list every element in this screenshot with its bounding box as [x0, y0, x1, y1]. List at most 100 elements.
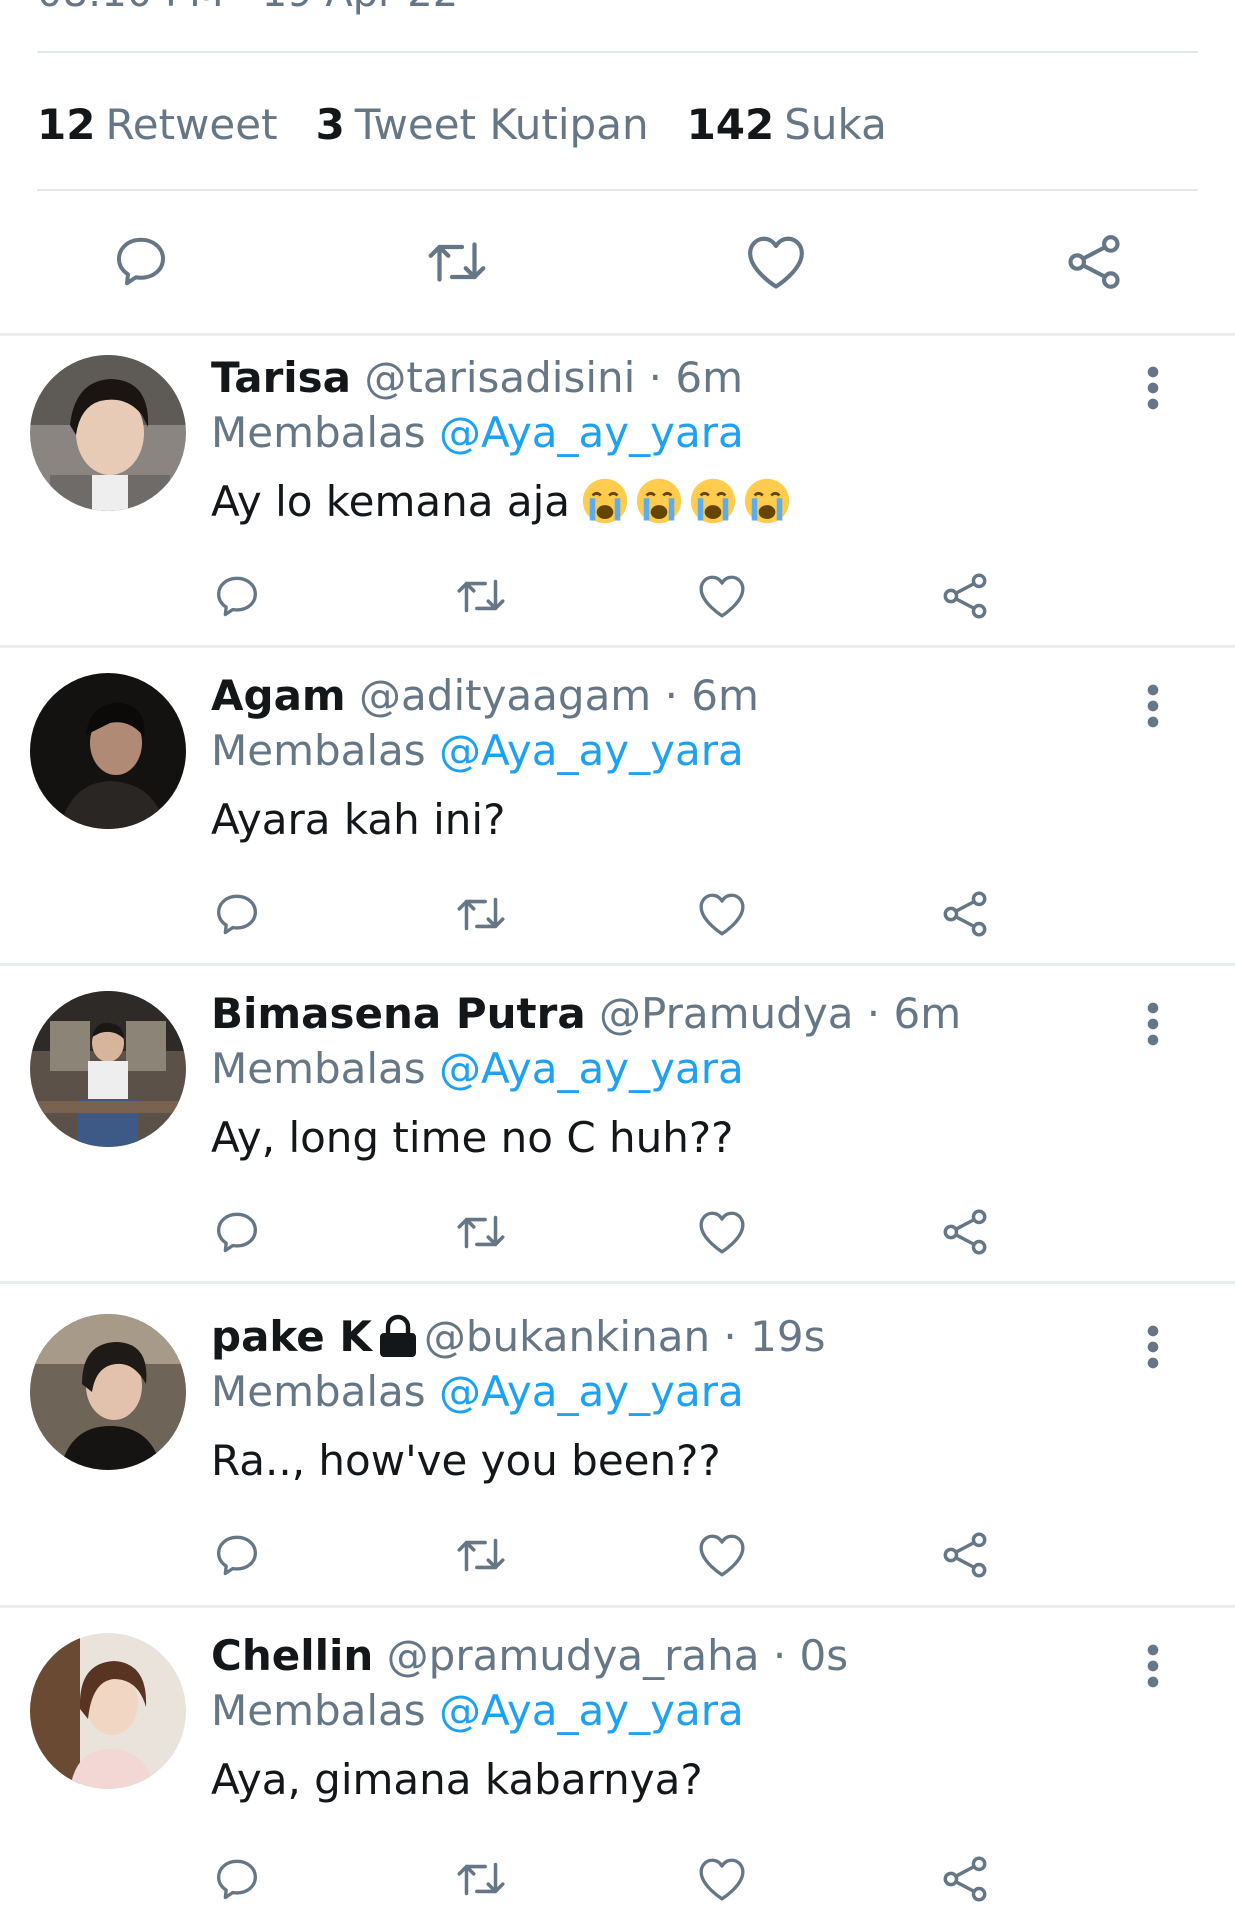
share-icon[interactable] — [939, 570, 991, 622]
reply-action-bar — [0, 1525, 1235, 1585]
reply-text: Aya, gimana kabarnya? — [211, 1755, 703, 1804]
lock-icon — [379, 1314, 416, 1357]
divider — [37, 189, 1198, 191]
divider — [0, 645, 1235, 648]
more-options-icon[interactable] — [1137, 364, 1169, 412]
retweet-icon[interactable] — [452, 1530, 510, 1580]
reply-icon[interactable] — [212, 571, 262, 621]
like-icon[interactable] — [697, 572, 747, 620]
reply-action-bar — [0, 1202, 1235, 1262]
replying-to-label: Membalas — [211, 1367, 426, 1416]
quote-tweet-label: Tweet Kutipan — [354, 99, 649, 149]
reply-icon[interactable] — [111, 231, 171, 291]
avatar[interactable] — [30, 1314, 186, 1470]
avatar[interactable] — [30, 991, 186, 1147]
reply-text: Ay lo kemana aja — [211, 474, 1111, 540]
avatar[interactable] — [30, 355, 186, 511]
display-name[interactable]: Agam — [211, 671, 346, 720]
reply-text: Ay, long time no C huh?? — [211, 1113, 734, 1162]
replying-to-label: Membalas — [211, 1044, 426, 1093]
username[interactable]: @pramudya_raha — [387, 1631, 760, 1680]
separator-dot: · — [759, 1631, 800, 1680]
divider — [0, 1605, 1235, 1608]
reply-action-bar — [0, 884, 1235, 944]
like-icon[interactable] — [697, 1208, 747, 1256]
more-options-icon[interactable] — [1137, 1323, 1169, 1371]
replying-to-mention[interactable]: @Aya_ay_yara — [439, 408, 744, 457]
separator-dot: · — [635, 353, 676, 402]
retweet-label: Retweet — [105, 99, 278, 149]
retweet-icon[interactable] — [452, 889, 510, 939]
share-icon[interactable] — [939, 1853, 991, 1905]
replying-to-mention[interactable]: @Aya_ay_yara — [439, 1686, 744, 1735]
username[interactable]: @adityaagam — [359, 671, 651, 720]
more-options-icon[interactable] — [1137, 1642, 1169, 1690]
replying-to-mention[interactable]: @Aya_ay_yara — [439, 1044, 744, 1093]
username[interactable]: @tarisadisini — [364, 353, 635, 402]
reply-icon[interactable] — [212, 1854, 262, 1904]
reply-text: Ayara kah ini? — [211, 795, 506, 844]
separator-dot: · — [651, 671, 692, 720]
reply-icon[interactable] — [212, 1530, 262, 1580]
tweet-stats: 12 Retweet 3 Tweet Kutipan 142 Suka — [37, 96, 925, 152]
crying-face-icon — [582, 478, 628, 524]
like-count: 142 — [686, 99, 775, 149]
like-icon[interactable] — [697, 890, 747, 938]
more-options-icon[interactable] — [1137, 1000, 1169, 1048]
reply-tweet[interactable]: pake K @bukankinan · 19s Membalas @Aya_ay… — [0, 1295, 1235, 1611]
username[interactable]: @bukankinan — [424, 1312, 710, 1361]
divider — [0, 1281, 1235, 1284]
separator-dot: · — [853, 989, 894, 1038]
more-options-icon[interactable] — [1137, 682, 1169, 730]
divider — [37, 51, 1198, 53]
retweet-icon[interactable] — [452, 1207, 510, 1257]
reply-icon[interactable] — [212, 1207, 262, 1257]
quote-tweet-stat[interactable]: 3 Tweet Kutipan — [316, 100, 649, 149]
share-icon[interactable] — [939, 1206, 991, 1258]
relative-time[interactable]: 6m — [675, 353, 743, 402]
reply-tweet[interactable]: Chellin @pramudya_raha · 0s Membalas @Ay… — [0, 1614, 1235, 1930]
avatar[interactable] — [30, 1633, 186, 1789]
reply-text: Ra.., how've you been?? — [211, 1436, 721, 1485]
username[interactable]: @Pramudya — [599, 989, 853, 1038]
reply-icon[interactable] — [212, 889, 262, 939]
display-name[interactable]: Chellin — [211, 1631, 373, 1680]
retweet-count: 12 — [37, 99, 96, 149]
like-stat[interactable]: 142 Suka — [687, 100, 887, 149]
tweet-timestamp: 08:10 PM · 19 Apr 22 — [37, 0, 458, 16]
display-name[interactable]: Tarisa — [211, 353, 351, 402]
reply-tweet[interactable]: Bimasena Putra @Pramudya · 6m Membalas @… — [0, 972, 1235, 1288]
share-icon[interactable] — [1063, 231, 1125, 293]
reply-tweet[interactable]: Tarisa @tarisadisini · 6m Membalas @Aya_… — [0, 336, 1235, 652]
like-icon[interactable] — [697, 1855, 747, 1903]
retweet-stat[interactable]: 12 Retweet — [37, 100, 278, 149]
replying-to-mention[interactable]: @Aya_ay_yara — [439, 1367, 744, 1416]
share-icon[interactable] — [939, 1529, 991, 1581]
crying-face-icon — [690, 478, 736, 524]
retweet-icon[interactable] — [452, 1854, 510, 1904]
relative-time[interactable]: 6m — [691, 671, 759, 720]
tweet-action-bar — [0, 225, 1235, 303]
replying-to-mention[interactable]: @Aya_ay_yara — [439, 726, 744, 775]
separator-dot: · — [710, 1312, 751, 1361]
relative-time[interactable]: 6m — [894, 989, 962, 1038]
relative-time[interactable]: 19s — [750, 1312, 825, 1361]
like-icon[interactable] — [697, 1531, 747, 1579]
reply-action-bar — [0, 1849, 1235, 1909]
crying-face-icon — [636, 478, 682, 524]
quote-tweet-count: 3 — [315, 99, 345, 149]
avatar[interactable] — [30, 673, 186, 829]
crying-face-icon — [744, 478, 790, 524]
display-name[interactable]: Bimasena Putra — [211, 989, 586, 1038]
replying-to-label: Membalas — [211, 726, 426, 775]
like-icon[interactable] — [745, 233, 807, 291]
reply-action-bar — [0, 566, 1235, 626]
retweet-icon[interactable] — [452, 571, 510, 621]
relative-time[interactable]: 0s — [800, 1631, 849, 1680]
retweet-icon[interactable] — [422, 232, 492, 292]
share-icon[interactable] — [939, 888, 991, 940]
divider — [0, 963, 1235, 966]
display-name[interactable]: pake K — [211, 1312, 372, 1361]
reply-tweet[interactable]: Agam @adityaagam · 6m Membalas @Aya_ay_y… — [0, 654, 1235, 970]
replying-to-label: Membalas — [211, 1686, 426, 1735]
